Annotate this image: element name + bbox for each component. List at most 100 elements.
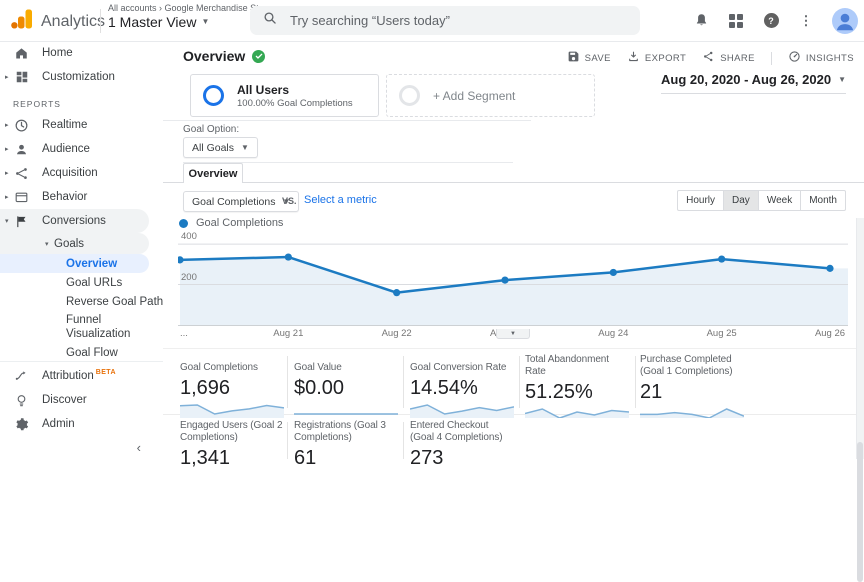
- sidebar-item-label: Home: [42, 47, 73, 59]
- metric-card-label: Goal Value: [294, 354, 398, 374]
- analytics-logo[interactable]: Analytics: [10, 7, 105, 36]
- metric-card-label: Registrations (Goal 3 Completions): [294, 420, 398, 444]
- sidebar-item-goal-flow[interactable]: Goal Flow: [0, 344, 163, 363]
- view-selector[interactable]: 1 Master View ▼: [108, 14, 266, 30]
- metric-card-purchase-completed-goal-1-completions[interactable]: Purchase Completed (Goal 1 Completions)2…: [640, 354, 744, 428]
- notifications-bell-icon[interactable]: [692, 12, 710, 30]
- conversions-icon: [14, 214, 29, 229]
- search-bar[interactable]: [250, 6, 640, 35]
- sidebar-item-behavior[interactable]: ▸ Behavior: [0, 185, 163, 209]
- metric-card-goal-conversion-rate[interactable]: Goal Conversion Rate14.54%: [410, 354, 514, 424]
- add-segment-label: + Add Segment: [433, 89, 515, 103]
- add-segment-button[interactable]: + Add Segment: [386, 74, 595, 117]
- sidebar-item-label: Attribution: [42, 370, 94, 382]
- goal-option-dropdown[interactable]: All Goals ▼: [183, 137, 258, 158]
- discover-icon: [14, 393, 29, 408]
- sidebar-item-acquisition[interactable]: ▸ Acquisition: [0, 161, 163, 185]
- share-icon: [702, 50, 715, 66]
- sidebar-item-customization[interactable]: ▸Customization: [0, 65, 163, 89]
- chevron-down-icon: ▼: [241, 144, 249, 152]
- segment-all-users[interactable]: All Users 100.00% Goal Completions: [190, 74, 379, 117]
- card-divider: [287, 422, 288, 459]
- insights-button[interactable]: INSIGHTS: [788, 50, 854, 66]
- scrollbar-thumb[interactable]: [857, 442, 863, 582]
- sidebar-item-funnel-visualization[interactable]: Funnel Visualization: [0, 311, 163, 344]
- save-button[interactable]: SAVE: [567, 50, 611, 66]
- metric-card-value: 21: [640, 381, 744, 404]
- chevron-right-icon[interactable]: ▸: [5, 121, 14, 129]
- metric-card-goal-value[interactable]: Goal Value$0.00: [294, 354, 398, 424]
- realtime-icon: [14, 118, 29, 133]
- sidebar-item-conversions[interactable]: ▾Conversions: [0, 209, 149, 233]
- sidebar-item-overview[interactable]: Overview: [0, 254, 149, 273]
- section-divider: [163, 120, 531, 121]
- chevron-right-icon[interactable]: ▸: [5, 145, 14, 153]
- chevron-down-icon: ▼: [201, 18, 209, 26]
- acquisition-icon: [14, 166, 29, 181]
- granularity-hourly[interactable]: Hourly: [677, 190, 724, 211]
- sidebar-item-label: Acquisition: [42, 167, 98, 179]
- sidebar-item-realtime[interactable]: ▸Realtime: [0, 113, 163, 137]
- avatar[interactable]: [832, 8, 858, 34]
- admin-icon: [14, 417, 29, 432]
- metric-card-label: Entered Checkout (Goal 4 Completions): [410, 420, 514, 444]
- behavior-icon: [14, 190, 29, 205]
- card-divider: [403, 422, 404, 459]
- help-icon[interactable]: ?: [762, 12, 780, 30]
- sidebar-item-audience[interactable]: ▸Audience: [0, 137, 163, 161]
- sidebar-item-reverse-goal-path[interactable]: Reverse Goal Path: [0, 292, 163, 311]
- metric-card-registrations-goal-3-completions[interactable]: Registrations (Goal 3 Completions)61: [294, 420, 398, 470]
- metric-card-entered-checkout-goal-4-completions[interactable]: Entered Checkout (Goal 4 Completions)273: [410, 420, 514, 470]
- vs-label: VS.: [282, 196, 297, 206]
- metric-card-label: Total Abandonment Rate: [525, 354, 629, 378]
- chevron-right-icon[interactable]: ▸: [5, 73, 14, 81]
- actions-divider: [771, 52, 772, 65]
- apps-grid-icon[interactable]: [727, 12, 745, 30]
- sidebar-item-label: Admin: [42, 418, 75, 430]
- granularity-week[interactable]: Week: [759, 190, 801, 211]
- chevron-right-icon[interactable]: ▸: [5, 169, 14, 177]
- chevron-down-icon[interactable]: ▾: [45, 240, 54, 248]
- metric-card-engaged-users-goal-2-completions[interactable]: Engaged Users (Goal 2 Completions)1,341: [180, 420, 284, 470]
- sidebar-item-label: Reverse Goal Path: [66, 296, 163, 308]
- sidebar-item-label: Goals: [54, 238, 84, 250]
- sidebar-item-goal-urls[interactable]: Goal URLs: [0, 273, 163, 292]
- sidebar-item-label: Behavior: [42, 191, 87, 203]
- metric-card-goal-completions[interactable]: Goal Completions1,696: [180, 354, 284, 424]
- metric-card-total-abandonment-rate[interactable]: Total Abandonment Rate51.25%: [525, 354, 629, 428]
- x-axis-tick: ...: [180, 328, 188, 339]
- export-button[interactable]: EXPORT: [627, 50, 686, 66]
- more-options-icon[interactable]: ⋮: [797, 12, 815, 30]
- sidebar-item-home[interactable]: Home: [0, 41, 163, 65]
- x-axis-tick: Aug 21: [273, 328, 303, 339]
- sidebar-item-admin[interactable]: Admin: [0, 412, 163, 436]
- share-button[interactable]: SHARE: [702, 50, 755, 66]
- metric-card-label: Goal Conversion Rate: [410, 354, 514, 374]
- sidebar-item-attribution[interactable]: AttributionBETA: [0, 364, 163, 388]
- sidebar-footer-items: AttributionBETADiscover Admin: [0, 364, 163, 436]
- home-icon: [14, 46, 29, 61]
- chevron-right-icon[interactable]: ▸: [5, 193, 14, 201]
- chevron-down-icon[interactable]: ▾: [5, 217, 14, 225]
- scrollbar-track[interactable]: [856, 218, 864, 459]
- collapse-sidebar-icon[interactable]: ‹: [137, 440, 141, 455]
- granularity-month[interactable]: Month: [801, 190, 846, 211]
- action-label: SHARE: [720, 53, 755, 64]
- metric-card-value: 1,696: [180, 377, 284, 400]
- sidebar-item-goals[interactable]: ▾Goals: [0, 233, 149, 254]
- sidebar-nav: Home▸CustomizationREPORTS▸Realtime▸Audie…: [0, 41, 163, 382]
- tab-overview[interactable]: Overview: [183, 163, 243, 183]
- report-actions: SAVE EXPORT SHARE INSIGHTS: [567, 50, 854, 66]
- granularity-day[interactable]: Day: [724, 190, 759, 211]
- annotations-toggle[interactable]: ▼: [496, 329, 530, 339]
- header-divider: [100, 9, 101, 33]
- sidebar-item-discover[interactable]: Discover: [0, 388, 163, 412]
- date-range-selector[interactable]: Aug 20, 2020 - Aug 26, 2020 ▼: [661, 72, 846, 94]
- select-metric-link[interactable]: Select a metric: [304, 194, 377, 206]
- breadcrumb[interactable]: All accounts › Google Merchandise St...: [108, 3, 266, 13]
- attribution-icon: [14, 369, 29, 384]
- search-input[interactable]: [288, 12, 628, 29]
- timeseries-plot[interactable]: 200400: [178, 234, 848, 326]
- view-name: 1 Master View: [108, 14, 196, 30]
- analytics-logo-icon: [10, 7, 34, 36]
